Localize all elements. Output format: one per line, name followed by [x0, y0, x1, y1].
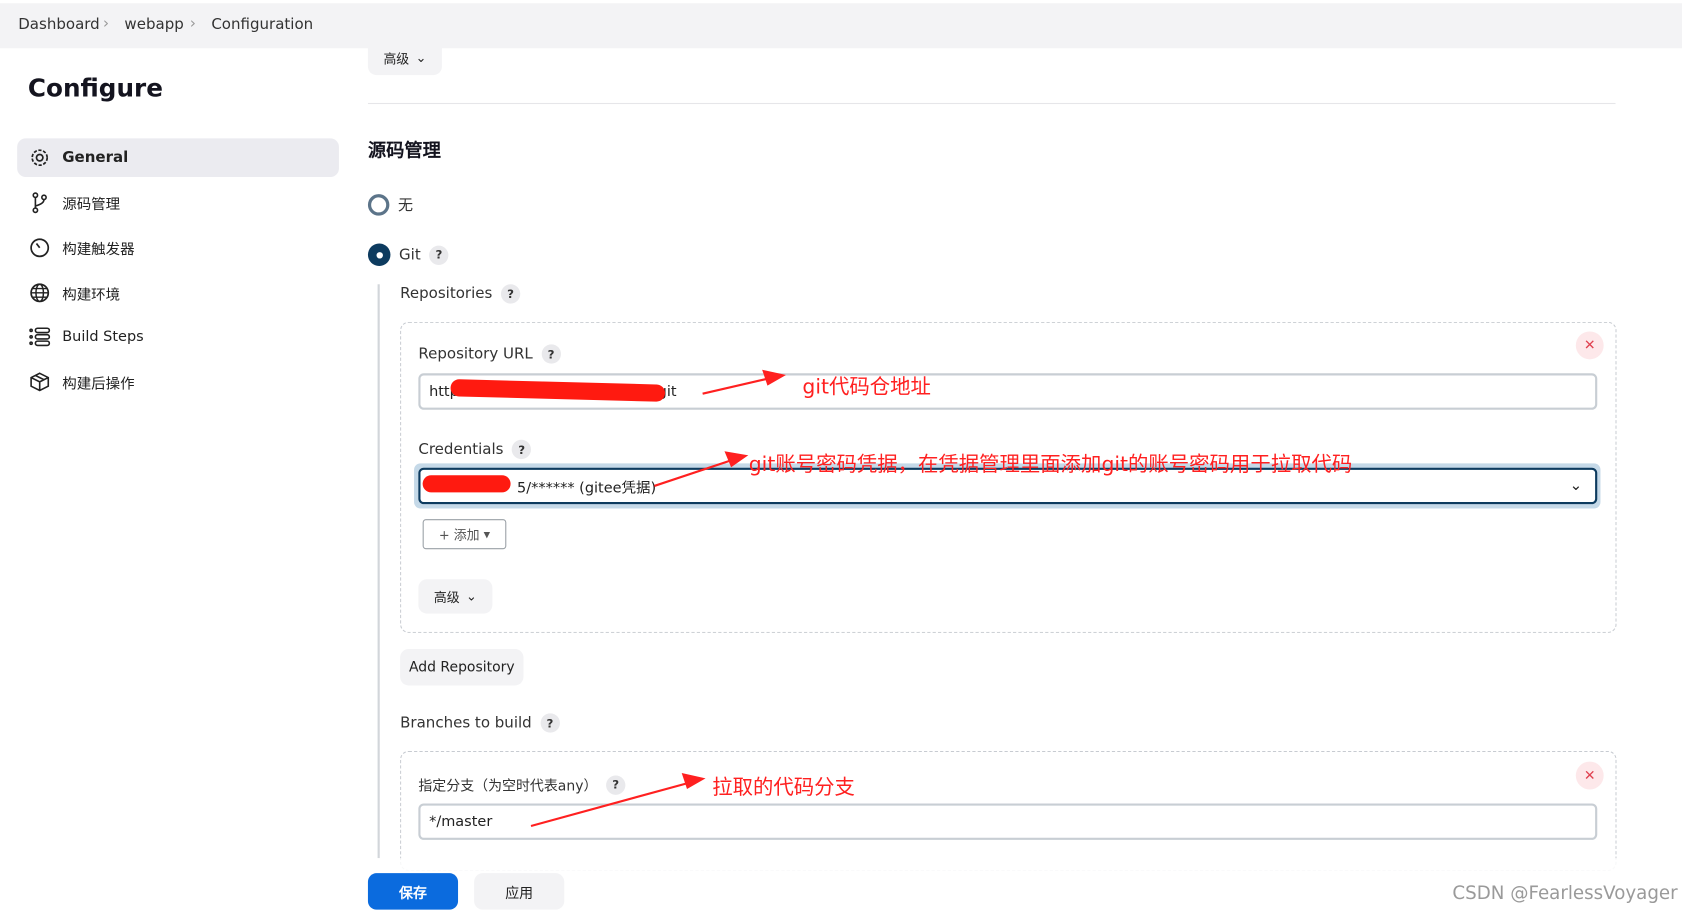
arrow-branch	[530, 780, 693, 828]
annotation-branch: 拉取的代码分支	[712, 775, 855, 800]
annotation-credentials: git账号密码凭据，在凭据管理里面添加git的账号密码用于拉取代码	[748, 452, 1353, 477]
annotation-url: git代码仓地址	[802, 375, 931, 400]
arrow-url	[702, 376, 773, 395]
arrow-credentials	[654, 458, 736, 487]
